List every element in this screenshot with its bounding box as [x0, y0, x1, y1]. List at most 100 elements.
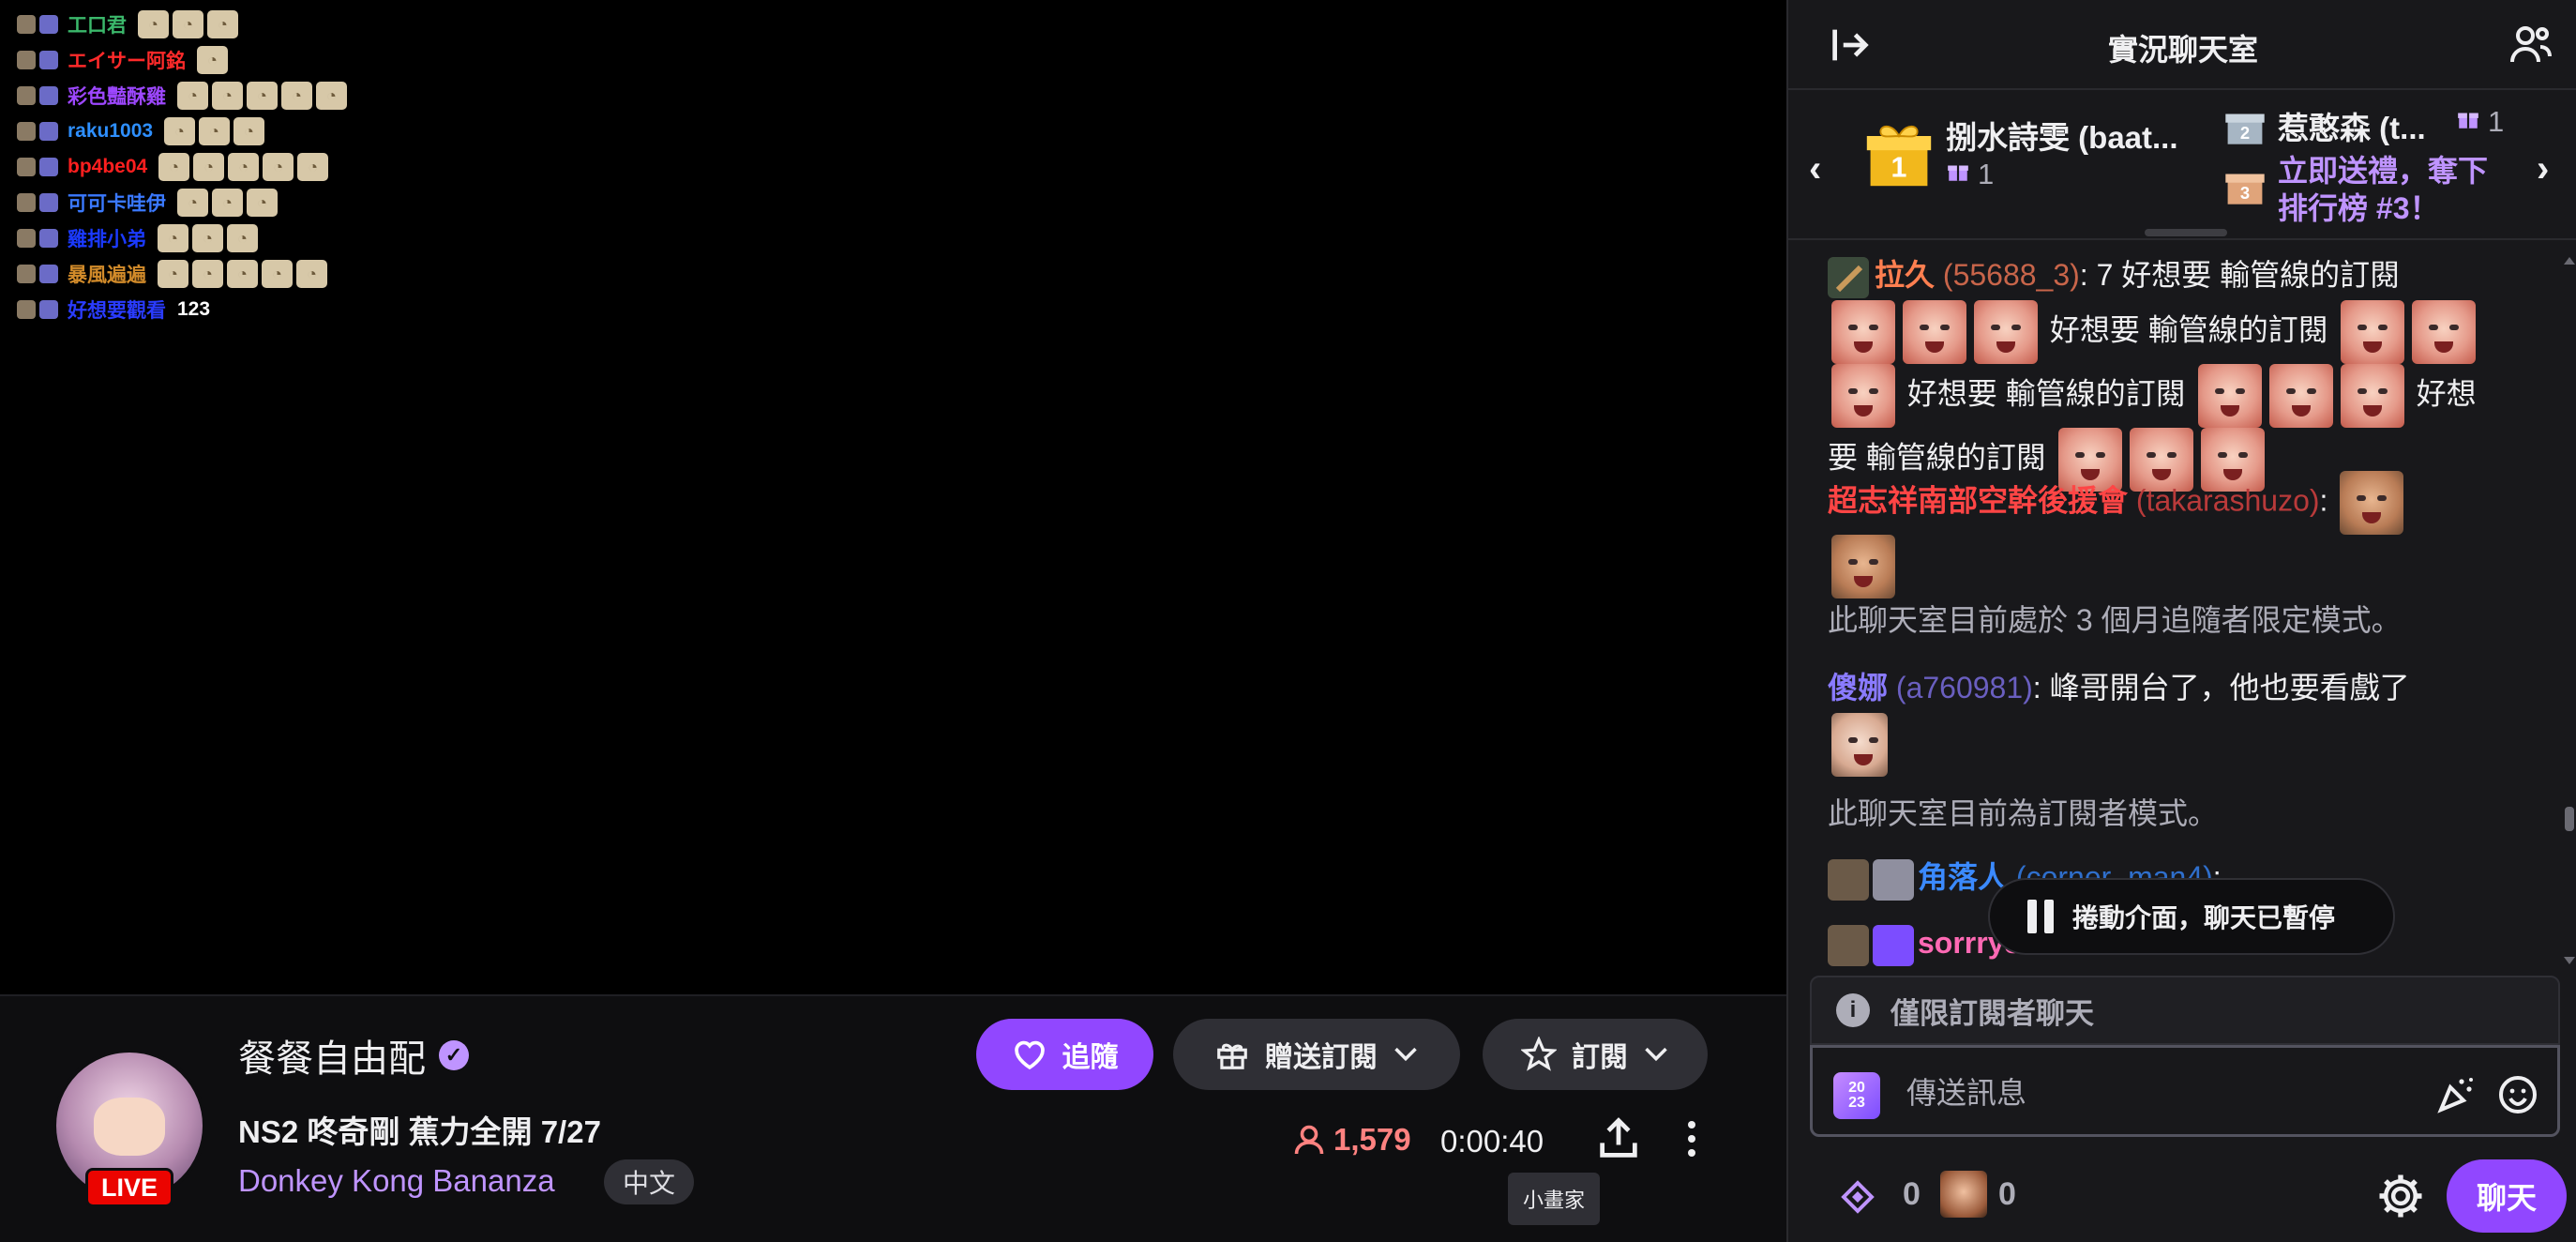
chat-footer: 0 0 聊天 [1786, 1150, 2576, 1242]
emote-picker-button[interactable] [2495, 1072, 2540, 1117]
channel-points-icon[interactable] [1841, 1180, 1875, 1214]
face-emote-icon[interactable] [2411, 300, 2476, 364]
language-tag[interactable]: 中文 [604, 1159, 695, 1204]
face-emote-icon[interactable] [2268, 364, 2333, 428]
pickaxe-badge-icon [1828, 256, 1869, 298]
face-emote-icon[interactable] [1903, 300, 1966, 364]
streamer-name-label[interactable]: 餐餐自由配 [238, 1028, 426, 1083]
gift-icon [1946, 158, 1970, 191]
scroll-down-arrow[interactable] [2564, 957, 2575, 964]
face-emote-icon[interactable] [2340, 300, 2404, 364]
user-badge-icon [1828, 858, 1869, 901]
leaderboard-drag-handle[interactable] [2145, 229, 2227, 236]
badge-icon [39, 86, 58, 105]
overlay-badges [17, 229, 58, 248]
leaderboard-second-name[interactable]: 惹憨森 (t... [2278, 103, 2426, 148]
verified-icon: ✓ [439, 1040, 469, 1070]
person-icon [1292, 1122, 1326, 1158]
cat-emote-icon: ◔ [296, 260, 327, 288]
cat-emote-icon: ◔ [297, 153, 329, 181]
follow-button[interactable]: 追隨 [976, 1019, 1153, 1090]
category-link[interactable]: Donkey Kong Bananza [238, 1163, 555, 1199]
leaderboard-gift-cta[interactable]: 立即送禮，奪下排行榜 #3！ [2278, 152, 2512, 227]
cat-emote-icon: ◔ [158, 153, 190, 181]
chat-message-list[interactable]: 拉久 (55688_3): 7 好想要 輸管線的訂閱 好想要 輸管線的訂閱 好想… [1788, 242, 2576, 974]
overlay-username: bp4be04 [68, 156, 148, 177]
face-emote-icon[interactable] [1831, 300, 1895, 364]
prediction-avatar-icon[interactable] [1940, 1171, 1987, 1218]
overlay-badges [17, 86, 58, 105]
more-options-button[interactable] [1671, 1114, 1712, 1163]
share-button[interactable] [1594, 1114, 1643, 1163]
chat-title: 實況聊天室 [2107, 33, 2258, 67]
face-emote-icon[interactable] [1974, 300, 2038, 364]
laughing-man-emote-icon[interactable] [2340, 471, 2404, 535]
laughing-man-emote-icon[interactable] [1831, 535, 1895, 598]
more-icon [1688, 1121, 1695, 1128]
leaderboard-first-name[interactable]: 捌水詩雯 (baat... [1946, 113, 2178, 158]
overlay-username: 可可卡哇伊 [68, 193, 166, 215]
subscribe-button[interactable]: 訂閱 [1483, 1019, 1708, 1090]
chat-text: 好想 [2416, 376, 2477, 411]
sub-badge-icon[interactable]: 20 23 [1833, 1072, 1880, 1119]
stream-uptime: 0:00:40 [1440, 1124, 1544, 1159]
gift-sub-button[interactable]: 贈送訂閱 [1173, 1019, 1460, 1090]
chat-message-input[interactable] [1906, 1068, 2375, 1117]
gift-rank-3-icon: 3 [2223, 163, 2267, 206]
badge-icon [17, 15, 36, 34]
overlay-chat-row: 可可卡哇伊 ◔ ◔ ◔ [17, 186, 278, 220]
badge-icon [17, 229, 36, 248]
badge-icon [39, 15, 58, 34]
streamer-name[interactable]: 餐餐自由配 ✓ [238, 1028, 469, 1083]
cat-emote-icon: ◔ [316, 82, 347, 110]
badge-icon [39, 265, 58, 283]
info-icon: i [1836, 993, 1870, 1027]
chat-input-box[interactable]: 20 23 [1810, 1045, 2560, 1137]
overlay-badges [17, 15, 58, 34]
chat-paused-banner[interactable]: 捲動介面，聊天已暫停 [1988, 878, 2395, 955]
chat-send-button[interactable]: 聊天 [2447, 1159, 2567, 1233]
overlay-chat-row: 雞排小弟 ◔ ◔ ◔ [17, 221, 258, 255]
chat-username[interactable]: 拉久 [1875, 258, 1935, 292]
follow-label: 追隨 [1062, 1042, 1119, 1073]
cheer-button[interactable] [2433, 1072, 2478, 1117]
svg-text:2: 2 [2240, 123, 2250, 143]
chat-text: 好想要 輸管線的訂閱 [1906, 376, 2186, 411]
overlay-text: 123 [177, 298, 211, 320]
badge-icon [17, 158, 36, 176]
cat-emote-icon: ◔ [212, 189, 243, 217]
share-icon [1594, 1117, 1643, 1167]
gift-icon [1214, 1037, 1250, 1072]
overlay-chat-row: bp4be04 ◔ ◔ ◔ ◔ ◔ [17, 150, 329, 184]
system-message: 此聊天室目前為訂閱者模式。 [1828, 796, 2219, 830]
cat-emote-icon: ◔ [192, 224, 223, 252]
community-button[interactable] [2508, 23, 2553, 68]
chat-username[interactable]: 傻娜 [1828, 671, 1888, 704]
video-player[interactable]: 工口君 ◔ ◔ ◔ エイサー阿銘 ◔ 彩色豔酥雞 ◔ ◔ ◔ ◔ ◔ raku1003 ◔ ◔ ◔ bp4be0… [0, 0, 1786, 994]
cat-emote-icon: ◔ [228, 153, 260, 181]
pause-icon [2027, 900, 2054, 933]
overlay-username: 雞排小弟 [68, 229, 146, 250]
scroll-up-arrow[interactable] [2564, 257, 2575, 265]
chat-settings-button[interactable] [2375, 1171, 2426, 1221]
cat-emote-icon: ◔ [212, 82, 243, 110]
chat-username[interactable]: 角落人 [1918, 860, 2008, 894]
leaderboard-prev-button[interactable]: ‹ [1809, 148, 1821, 190]
overlay-username: 彩色豔酥雞 [68, 86, 166, 108]
cat-emote-icon: ◔ [192, 260, 223, 288]
smiling-face-emote-icon[interactable] [1831, 713, 1888, 777]
chat-scrollbar-thumb[interactable] [2565, 807, 2574, 831]
face-emote-icon[interactable] [1831, 364, 1895, 428]
leaderboard-next-button[interactable]: › [2537, 148, 2549, 190]
overlay-badges [17, 51, 58, 69]
overlay-chat-row: 暴風遍遍 ◔ ◔ ◔ ◔ ◔ [17, 257, 327, 291]
face-emote-icon[interactable] [2197, 364, 2262, 428]
chat-message: 拉久 (55688_3): 7 好想要 輸管線的訂閱 好想要 輸管線的訂閱 好想… [1828, 250, 2550, 492]
cat-emote-icon: ◔ [233, 117, 265, 145]
chat-username[interactable]: 超志祥南部空幹後援會 [1828, 483, 2128, 517]
leaderboard-first-count: 1 [1946, 158, 1994, 191]
overlay-badges [17, 158, 58, 176]
face-emote-icon[interactable] [2340, 364, 2404, 428]
cat-emote-icon: ◔ [197, 46, 228, 74]
overlay-chat-row: 彩色豔酥雞 ◔ ◔ ◔ ◔ ◔ [17, 79, 347, 113]
